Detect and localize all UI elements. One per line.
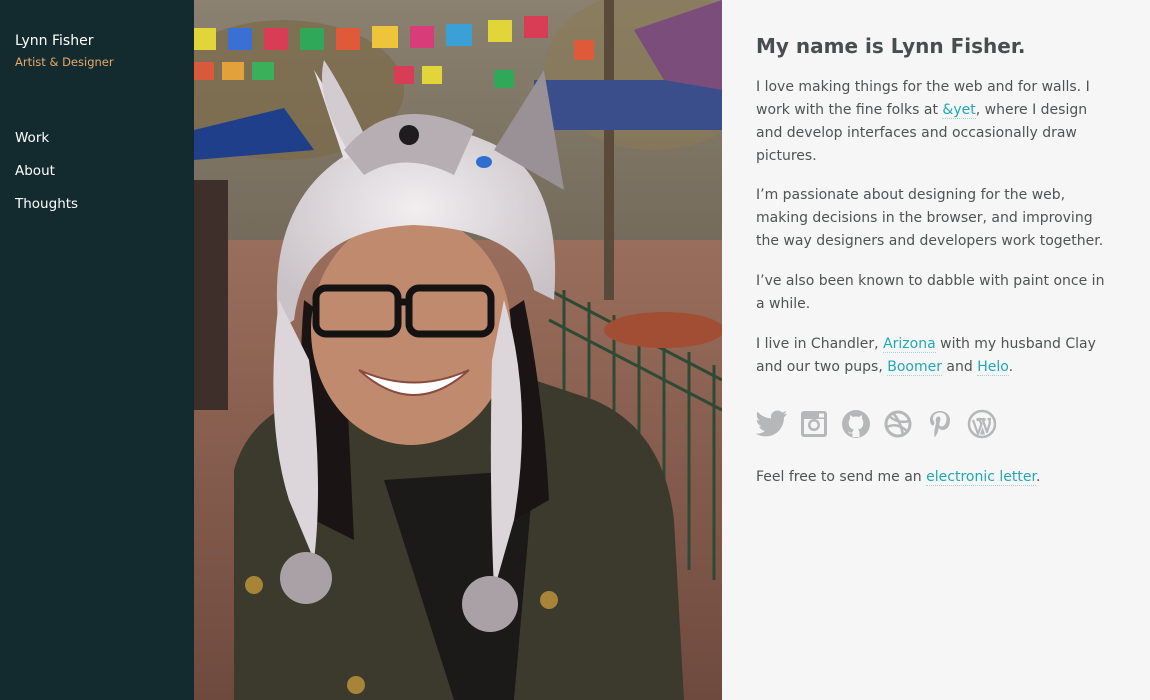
nav-item-thoughts[interactable]: Thoughts [15,194,78,227]
social-links [756,407,998,441]
contact-text-1: Feel free to send me an [756,469,927,485]
main-nav: Work About Thoughts [15,128,78,227]
site-subtitle: Artist & Designer [15,55,114,69]
nav-item-work[interactable]: Work [15,128,78,161]
about-content: My name is Lynn Fisher. I love making th… [722,0,1150,700]
paint-paragraph: I’ve also been known to dabble with pain… [756,273,1105,312]
wordpress-icon[interactable] [966,407,998,441]
passion-paragraph: I’m passionate about designing for the w… [756,187,1104,249]
location-text-3: and [941,359,978,375]
contact-text-2: . [1035,469,1041,485]
pinterest-icon[interactable] [924,407,956,441]
location-paragraph: I live in Chandler, Arizona with my husb… [756,333,1116,379]
profile-photo [194,0,722,700]
helo-link[interactable]: Helo [977,359,1009,376]
contact-paragraph: Feel free to send me an electronic lette… [756,466,1116,489]
andyet-link[interactable]: &yet [942,102,976,119]
email-link[interactable]: electronic letter [926,469,1036,486]
location-text-4: . [1008,359,1014,375]
site-owner-name[interactable]: Lynn Fisher [15,33,93,49]
location-text-1: I live in Chandler, [756,336,884,352]
instagram-icon[interactable] [798,407,830,441]
twitter-icon[interactable] [756,407,788,441]
intro-paragraph: I love making things for the web and for… [756,76,1116,168]
github-icon[interactable] [840,407,872,441]
nav-item-about[interactable]: About [15,161,78,194]
page-title: My name is Lynn Fisher. [756,34,1026,58]
arizona-link[interactable]: Arizona [883,336,936,353]
sidebar: Lynn Fisher Artist & Designer Work About… [0,0,194,700]
dribbble-icon[interactable] [882,407,914,441]
boomer-link[interactable]: Boomer [887,359,942,376]
